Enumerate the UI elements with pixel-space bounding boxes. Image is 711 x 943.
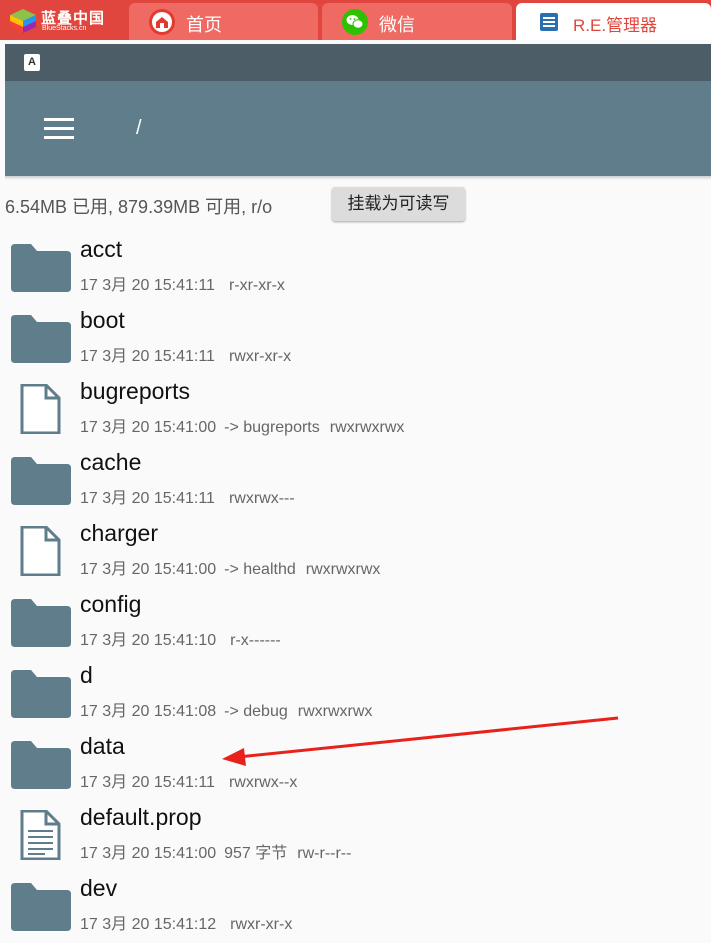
- file-meta: 17 3月 20 15:41:00 957 字节 rw-r--r--: [80, 839, 351, 863]
- file-date: 17 3月 20 15:41:10: [80, 632, 217, 649]
- current-path: /: [136, 117, 142, 139]
- toolbar-shadow: [5, 176, 711, 180]
- file-name: data: [80, 733, 125, 759]
- file-row[interactable]: config 17 3月 20 15:41:10 r-x------: [0, 585, 711, 656]
- file-row[interactable]: charger 17 3月 20 15:41:00 -> healthd rwxrwx…: [0, 514, 711, 585]
- folder-icon: [11, 242, 71, 292]
- folder-icon: [11, 455, 71, 505]
- hamburger-menu-icon[interactable]: [44, 118, 74, 140]
- file-name: d: [80, 662, 93, 688]
- host-tab-bar: 蓝叠中国 BlueStacks.cn 首页 微信 R.E.管理器: [0, 0, 711, 40]
- file-meta: 17 3月 20 15:41:11 rwxrwx---: [80, 484, 295, 508]
- file-row[interactable]: boot 17 3月 20 15:41:11 rwxr-xr-x: [0, 301, 711, 372]
- folder-icon: [11, 881, 71, 931]
- tab-home-label: 首页: [186, 15, 222, 35]
- file-date: 17 3月 20 15:41:00: [80, 845, 217, 862]
- re-manager-icon: [540, 13, 558, 31]
- bluestacks-logo-icon: [10, 9, 36, 33]
- file-row[interactable]: bugreports 17 3月 20 15:41:00 -> bugreports…: [0, 372, 711, 443]
- file-permissions: rw-r--r--: [297, 845, 352, 862]
- file-permissions: rwxr-xr-x: [230, 916, 293, 933]
- app-toolbar: /: [5, 81, 711, 176]
- tab-re-manager[interactable]: R.E.管理器: [516, 3, 711, 40]
- file-meta: 17 3月 20 15:41:11 r-xr-xr-x: [80, 271, 285, 295]
- file-name: charger: [80, 520, 158, 546]
- file-permissions: rwxrwx---: [228, 490, 295, 507]
- file-row[interactable]: dev 17 3月 20 15:41:12 rwxr-xr-x: [0, 869, 711, 940]
- file-icon: [11, 383, 71, 435]
- file-permissions: rwxr-xr-x: [228, 348, 292, 365]
- folder-icon: [11, 597, 71, 647]
- file-meta: 17 3月 20 15:41:00 -> bugreports rwxrwxrwx: [80, 413, 404, 437]
- file-link-target: -> bugreports: [224, 419, 320, 436]
- file-name: acct: [80, 236, 123, 262]
- tab-wechat-label: 微信: [379, 15, 415, 35]
- file-date: 17 3月 20 15:41:00: [80, 561, 217, 578]
- file-name: boot: [80, 307, 125, 333]
- file-meta: 17 3月 20 15:41:11 rwxr-xr-x: [80, 342, 291, 366]
- file-date: 17 3月 20 15:41:11: [80, 348, 215, 365]
- file-date: 17 3月 20 15:41:00: [80, 419, 217, 436]
- file-permissions: rwxrwx--x: [228, 774, 298, 791]
- bluestacks-logo[interactable]: 蓝叠中国 BlueStacks.cn: [10, 6, 120, 36]
- file-permissions: r-xr-xr-x: [228, 277, 285, 294]
- mount-read-write-button[interactable]: 挂载为可读写: [332, 187, 465, 221]
- wechat-icon: [342, 9, 368, 35]
- file-row[interactable]: data 17 3月 20 15:41:11 rwxrwx--x: [0, 727, 711, 798]
- file-date: 17 3月 20 15:41:11: [80, 774, 215, 791]
- tab-re-manager-label: R.E.管理器: [573, 16, 658, 35]
- file-meta: 17 3月 20 15:41:00 -> healthd rwxrwxrwx: [80, 555, 380, 579]
- file-row[interactable]: d 17 3月 20 15:41:08 -> debug rwxrwxrwx: [0, 656, 711, 727]
- file-link-target: -> healthd: [224, 561, 296, 578]
- file-meta: 17 3月 20 15:41:11 rwxrwx--x: [80, 768, 297, 792]
- file-link-target: 957 字节: [224, 845, 288, 862]
- folder-icon: [11, 313, 71, 363]
- file-row[interactable]: acct 17 3月 20 15:41:11 r-xr-xr-x: [0, 230, 711, 301]
- folder-icon: [11, 739, 71, 789]
- file-name: default.prop: [80, 804, 202, 830]
- storage-info: 6.54MB 已用, 879.39MB 可用, r/o: [5, 197, 273, 217]
- home-icon: [149, 9, 175, 35]
- file-name: cache: [80, 449, 142, 475]
- file-row[interactable]: cache 17 3月 20 15:41:11 rwxrwx---: [0, 443, 711, 514]
- folder-icon: [11, 668, 71, 718]
- file-meta: 17 3月 20 15:41:08 -> debug rwxrwxrwx: [80, 697, 372, 721]
- file-permissions: r-x------: [230, 632, 281, 649]
- file-icon: [11, 525, 71, 577]
- file-name: bugreports: [80, 378, 190, 404]
- text-file-icon: [11, 809, 71, 861]
- file-row[interactable]: default.prop 17 3月 20 15:41:00 957 字节 rw-r-…: [0, 798, 711, 869]
- logo-text-en: BlueStacks.cn: [42, 25, 87, 32]
- file-meta: 17 3月 20 15:41:10 r-x------: [80, 626, 281, 650]
- file-date: 17 3月 20 15:41:11: [80, 490, 215, 507]
- file-link-target: -> debug: [224, 703, 288, 720]
- file-date: 17 3月 20 15:41:11: [80, 277, 215, 294]
- file-date: 17 3月 20 15:41:12: [80, 916, 217, 933]
- file-name: config: [80, 591, 142, 617]
- status-bar: A: [5, 44, 711, 81]
- file-meta: 17 3月 20 15:41:12 rwxr-xr-x: [80, 910, 292, 934]
- file-date: 17 3月 20 15:41:08: [80, 703, 217, 720]
- file-permissions: rwxrwxrwx: [305, 561, 381, 578]
- file-name: dev: [80, 875, 118, 901]
- file-permissions: rwxrwxrwx: [297, 703, 373, 720]
- tab-wechat[interactable]: 微信: [322, 3, 512, 40]
- file-permissions: rwxrwxrwx: [329, 419, 405, 436]
- tab-home[interactable]: 首页: [129, 3, 318, 40]
- status-app-indicator-icon: A: [24, 54, 40, 71]
